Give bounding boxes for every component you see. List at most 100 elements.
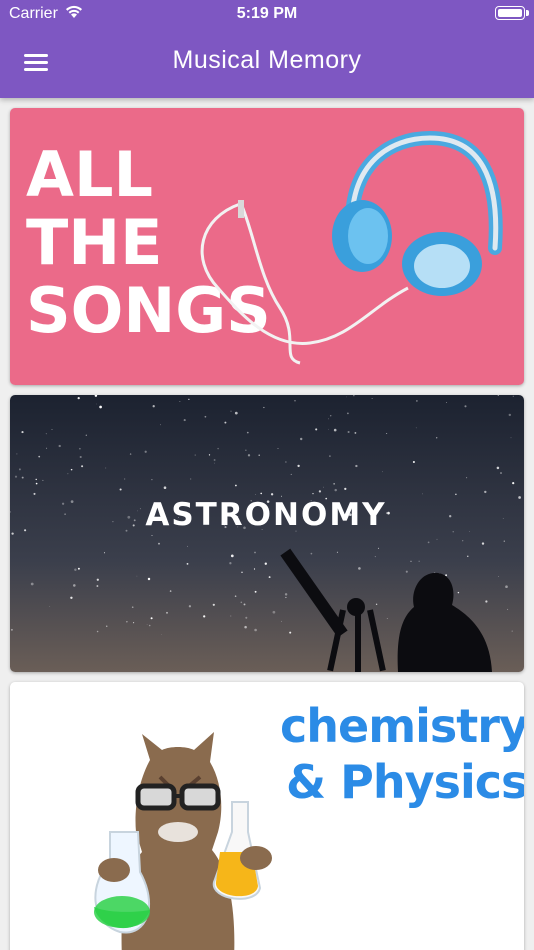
star (35, 482, 38, 485)
banner-line-2: & Physics (286, 755, 524, 809)
banner-line-1: chemistry (280, 699, 524, 753)
star (446, 402, 448, 403)
star (452, 531, 454, 533)
star (73, 584, 76, 587)
star (166, 611, 168, 614)
star (496, 466, 500, 470)
star (285, 596, 287, 599)
star (148, 624, 151, 627)
star (284, 593, 288, 596)
all-the-songs-banner: ALL THE SONGS (10, 108, 524, 385)
star (183, 419, 186, 422)
star (77, 396, 80, 400)
app-bar: Carrier 5:19 PM Musical Memory (0, 0, 534, 98)
star (96, 585, 99, 587)
star (51, 429, 53, 430)
category-card-chemistry-physics[interactable]: chemistry & Physics (10, 682, 524, 950)
star (146, 624, 148, 625)
star (152, 405, 155, 408)
astronomy-label: ASTRONOMY (145, 497, 386, 533)
star (203, 615, 206, 618)
star (67, 473, 69, 475)
star (484, 490, 487, 494)
star (371, 398, 373, 399)
star (410, 560, 412, 562)
star (125, 529, 128, 532)
star (485, 600, 488, 603)
category-card-all-the-songs[interactable]: ALL THE SONGS (10, 108, 524, 385)
star (511, 630, 513, 632)
star (375, 603, 378, 605)
star (96, 578, 99, 581)
status-bar: Carrier 5:19 PM (0, 0, 534, 30)
page-title: Musical Memory (172, 46, 362, 74)
star (416, 400, 418, 402)
star (105, 467, 107, 469)
star (323, 486, 324, 488)
star (204, 415, 207, 418)
star (163, 486, 167, 489)
star (147, 577, 151, 581)
star (382, 471, 383, 473)
star (347, 430, 350, 434)
star (194, 454, 196, 456)
star (315, 428, 318, 431)
star (436, 538, 438, 540)
star (132, 524, 135, 527)
star (46, 447, 48, 449)
star (18, 468, 21, 471)
star (405, 570, 408, 573)
star (70, 596, 73, 599)
star (422, 493, 423, 495)
battery-icon (495, 6, 529, 20)
star (281, 620, 282, 622)
astronomy-banner: ASTRONOMY (10, 395, 524, 672)
star (258, 454, 260, 456)
star (137, 510, 138, 512)
star (58, 444, 61, 448)
star (254, 590, 257, 593)
banner-line-2: THE (26, 206, 163, 279)
star (334, 488, 337, 492)
star (131, 606, 134, 609)
category-card-astronomy[interactable]: ASTRONOMY (10, 395, 524, 672)
star (386, 618, 388, 619)
star (353, 395, 355, 397)
star (230, 554, 234, 558)
star (285, 461, 287, 463)
star (467, 555, 469, 557)
star (42, 479, 44, 481)
star (96, 630, 99, 633)
star (344, 487, 347, 491)
star (230, 410, 232, 412)
star (500, 472, 502, 474)
star (103, 552, 106, 554)
star (234, 595, 237, 597)
star (318, 490, 322, 493)
star (245, 449, 247, 451)
star (70, 500, 74, 503)
star (30, 582, 34, 586)
star (297, 464, 300, 468)
star (253, 568, 256, 570)
star (508, 413, 512, 417)
star (235, 484, 237, 487)
star (328, 428, 329, 430)
star (289, 631, 292, 634)
star (310, 552, 313, 555)
star (81, 465, 84, 468)
star (466, 477, 468, 479)
star (230, 615, 232, 617)
star (33, 492, 36, 495)
star (355, 464, 358, 468)
star (329, 455, 331, 457)
star (14, 475, 18, 478)
star (260, 492, 263, 495)
chemistry-physics-banner: chemistry & Physics (10, 682, 524, 950)
star (240, 601, 243, 604)
star (469, 531, 470, 532)
star (217, 447, 219, 450)
star (158, 542, 160, 545)
star (35, 478, 37, 481)
star (38, 455, 41, 458)
